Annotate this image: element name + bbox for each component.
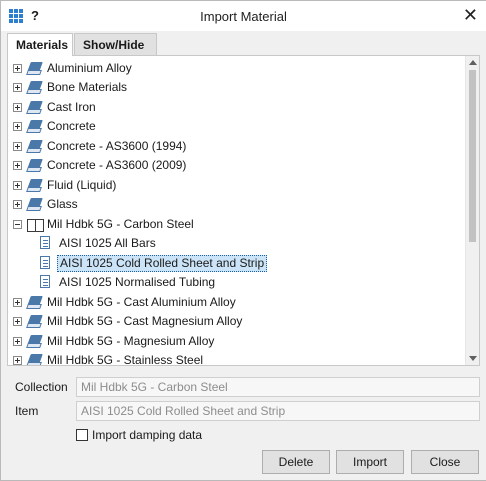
expand-icon[interactable]: [13, 298, 22, 307]
expand-icon[interactable]: [13, 356, 22, 365]
book-icon: [26, 353, 43, 365]
tree-item-label: Mil Hdbk 5G - Carbon Steel: [47, 217, 194, 231]
book-icon: [26, 197, 43, 211]
tree-item-aisi-1025-cold-rolled[interactable]: AISI 1025 Cold Rolled Sheet and Strip: [8, 254, 466, 273]
expand-icon[interactable]: [13, 142, 22, 151]
tree-item-label: Mil Hdbk 5G - Stainless Steel: [47, 353, 204, 366]
tree-item-aisi-1025-all-bars[interactable]: AISI 1025 All Bars: [8, 234, 466, 253]
expand-icon[interactable]: [13, 161, 22, 170]
title-bar: ? Import Material ✕: [1, 1, 486, 31]
collapse-icon[interactable]: [13, 220, 22, 229]
import-damping-checkbox[interactable]: [76, 429, 88, 441]
tree-item-label: AISI 1025 Normalised Tubing: [59, 275, 216, 289]
window-title: Import Material: [200, 9, 287, 24]
book-icon: [26, 178, 43, 192]
tree-item-label: Glass: [47, 197, 78, 211]
tab-show-hide[interactable]: Show/Hide: [74, 33, 157, 55]
tree-item-cast-iron[interactable]: Cast Iron: [8, 98, 466, 117]
tree-item-label: Cast Iron: [47, 100, 96, 114]
collection-field[interactable]: Mil Hdbk 5G - Carbon Steel: [76, 377, 480, 397]
expand-icon[interactable]: [13, 181, 22, 190]
tree-item-mil-hdbk-cast-aluminium[interactable]: Mil Hdbk 5G - Cast Aluminium Alloy: [8, 293, 466, 312]
tree-item-mil-hdbk-stainless-steel[interactable]: Mil Hdbk 5G - Stainless Steel: [8, 351, 466, 366]
tree-item-label: Bone Materials: [47, 80, 128, 94]
close-button[interactable]: Close: [411, 450, 479, 474]
import-damping-label[interactable]: Import damping data: [92, 428, 202, 442]
tab-materials[interactable]: Materials: [7, 33, 73, 56]
book-icon: [26, 158, 43, 172]
book-icon: [26, 334, 43, 348]
tree-item-label: Concrete - AS3600 (2009): [47, 158, 187, 172]
materials-tree: Aluminium Alloy Bone Materials Cast Iron…: [7, 55, 480, 366]
item-field[interactable]: AISI 1025 Cold Rolled Sheet and Strip: [76, 401, 480, 421]
tree-item-label: Mil Hdbk 5G - Cast Magnesium Alloy: [47, 314, 243, 328]
tree-scrollbar[interactable]: [465, 56, 479, 365]
import-button[interactable]: Import: [336, 450, 404, 474]
expand-icon[interactable]: [13, 103, 22, 112]
tree-item-aisi-1025-normalised-tubing[interactable]: AISI 1025 Normalised Tubing: [8, 273, 466, 292]
book-icon: [26, 61, 43, 75]
tree-item-label: AISI 1025 All Bars: [59, 236, 156, 250]
book-icon: [26, 80, 43, 94]
expand-icon[interactable]: [13, 317, 22, 326]
tree-item-label: Concrete - AS3600 (1994): [47, 139, 187, 153]
tree-item-concrete[interactable]: Concrete: [8, 117, 466, 136]
book-icon: [26, 139, 43, 153]
tree-item-mil-hdbk-magnesium[interactable]: Mil Hdbk 5G - Magnesium Alloy: [8, 332, 466, 351]
expand-icon[interactable]: [13, 122, 22, 131]
tree-item-concrete-as3600-1994[interactable]: Concrete - AS3600 (1994): [8, 137, 466, 156]
tree-item-mil-hdbk-cast-magnesium[interactable]: Mil Hdbk 5G - Cast Magnesium Alloy: [8, 312, 466, 331]
tree-item-label: Concrete: [47, 119, 96, 133]
tree-item-label: Fluid (Liquid): [47, 178, 117, 192]
import-material-dialog: ? Import Material ✕ Materials Show/Hide …: [0, 0, 486, 481]
document-icon: [40, 275, 50, 288]
tree-item-bone-materials[interactable]: Bone Materials: [8, 78, 466, 97]
expand-icon[interactable]: [13, 337, 22, 346]
tree-item-label-selected: AISI 1025 Cold Rolled Sheet and Strip: [57, 255, 268, 272]
book-icon: [26, 295, 43, 309]
tree-item-glass[interactable]: Glass: [8, 195, 466, 214]
document-icon: [40, 256, 50, 269]
document-icon: [40, 236, 50, 249]
expand-icon[interactable]: [13, 200, 22, 209]
delete-button[interactable]: Delete: [262, 450, 330, 474]
tree-item-concrete-as3600-2009[interactable]: Concrete - AS3600 (2009): [8, 156, 466, 175]
expand-icon[interactable]: [13, 64, 22, 73]
expand-icon[interactable]: [13, 83, 22, 92]
tree-item-label: Mil Hdbk 5G - Cast Aluminium Alloy: [47, 295, 236, 309]
tree-item-fluid-liquid[interactable]: Fluid (Liquid): [8, 176, 466, 195]
book-icon: [26, 100, 43, 114]
scroll-down-arrow-icon[interactable]: [469, 356, 477, 361]
close-icon[interactable]: ✕: [463, 5, 478, 25]
tree-item-label: Mil Hdbk 5G - Magnesium Alloy: [47, 334, 215, 348]
scroll-up-arrow-icon[interactable]: [469, 60, 477, 65]
item-label: Item: [15, 404, 39, 418]
tree-item-aluminium-alloy[interactable]: Aluminium Alloy: [8, 59, 466, 78]
collection-label: Collection: [15, 380, 68, 394]
book-icon: [26, 119, 43, 133]
book-icon: [26, 314, 43, 328]
tree-item-label: Aluminium Alloy: [47, 61, 132, 75]
open-book-icon: [26, 217, 44, 232]
tree-item-mil-hdbk-carbon-steel[interactable]: Mil Hdbk 5G - Carbon Steel: [8, 215, 466, 234]
scrollbar-thumb[interactable]: [469, 70, 476, 242]
